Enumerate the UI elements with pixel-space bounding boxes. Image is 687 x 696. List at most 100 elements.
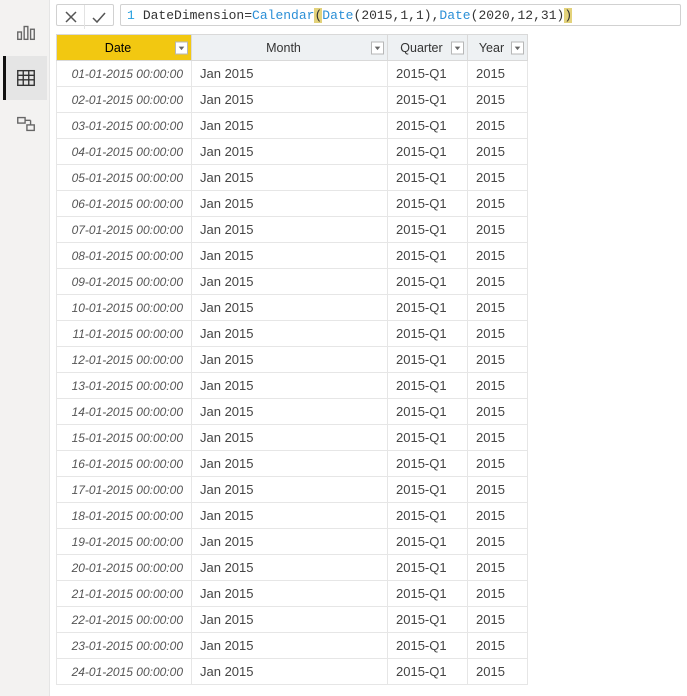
- cell-date[interactable]: 08-01-2015 00:00:00: [57, 243, 192, 269]
- table-row[interactable]: 11-01-2015 00:00:00Jan 20152015-Q12015: [57, 321, 528, 347]
- table-row[interactable]: 08-01-2015 00:00:00Jan 20152015-Q12015: [57, 243, 528, 269]
- cell-year[interactable]: 2015: [468, 373, 528, 399]
- table-row[interactable]: 18-01-2015 00:00:00Jan 20152015-Q12015: [57, 503, 528, 529]
- cell-month[interactable]: Jan 2015: [192, 61, 388, 87]
- cell-month[interactable]: Jan 2015: [192, 113, 388, 139]
- cell-quarter[interactable]: 2015-Q1: [388, 633, 468, 659]
- cell-date[interactable]: 18-01-2015 00:00:00: [57, 503, 192, 529]
- table-row[interactable]: 24-01-2015 00:00:00Jan 20152015-Q12015: [57, 659, 528, 685]
- cell-date[interactable]: 01-01-2015 00:00:00: [57, 61, 192, 87]
- cell-date[interactable]: 05-01-2015 00:00:00: [57, 165, 192, 191]
- cell-month[interactable]: Jan 2015: [192, 139, 388, 165]
- column-header-date[interactable]: Date: [57, 35, 192, 61]
- table-row[interactable]: 06-01-2015 00:00:00Jan 20152015-Q12015: [57, 191, 528, 217]
- cell-month[interactable]: Jan 2015: [192, 217, 388, 243]
- cell-year[interactable]: 2015: [468, 529, 528, 555]
- table-row[interactable]: 19-01-2015 00:00:00Jan 20152015-Q12015: [57, 529, 528, 555]
- column-filter-button-month[interactable]: [371, 41, 384, 54]
- cell-quarter[interactable]: 2015-Q1: [388, 217, 468, 243]
- cell-month[interactable]: Jan 2015: [192, 191, 388, 217]
- table-row[interactable]: 23-01-2015 00:00:00Jan 20152015-Q12015: [57, 633, 528, 659]
- cell-date[interactable]: 23-01-2015 00:00:00: [57, 633, 192, 659]
- cell-date[interactable]: 06-01-2015 00:00:00: [57, 191, 192, 217]
- cell-year[interactable]: 2015: [468, 217, 528, 243]
- cell-month[interactable]: Jan 2015: [192, 503, 388, 529]
- cell-year[interactable]: 2015: [468, 399, 528, 425]
- cell-month[interactable]: Jan 2015: [192, 555, 388, 581]
- cell-month[interactable]: Jan 2015: [192, 321, 388, 347]
- table-row[interactable]: 09-01-2015 00:00:00Jan 20152015-Q12015: [57, 269, 528, 295]
- table-row[interactable]: 07-01-2015 00:00:00Jan 20152015-Q12015: [57, 217, 528, 243]
- cell-date[interactable]: 15-01-2015 00:00:00: [57, 425, 192, 451]
- cell-quarter[interactable]: 2015-Q1: [388, 87, 468, 113]
- cell-month[interactable]: Jan 2015: [192, 607, 388, 633]
- table-row[interactable]: 20-01-2015 00:00:00Jan 20152015-Q12015: [57, 555, 528, 581]
- table-row[interactable]: 02-01-2015 00:00:00Jan 20152015-Q12015: [57, 87, 528, 113]
- cell-month[interactable]: Jan 2015: [192, 243, 388, 269]
- cell-year[interactable]: 2015: [468, 633, 528, 659]
- cell-year[interactable]: 2015: [468, 269, 528, 295]
- cell-month[interactable]: Jan 2015: [192, 633, 388, 659]
- data-view-tab[interactable]: [3, 56, 47, 100]
- cell-month[interactable]: Jan 2015: [192, 425, 388, 451]
- cell-year[interactable]: 2015: [468, 321, 528, 347]
- cell-year[interactable]: 2015: [468, 347, 528, 373]
- cell-date[interactable]: 13-01-2015 00:00:00: [57, 373, 192, 399]
- cell-date[interactable]: 02-01-2015 00:00:00: [57, 87, 192, 113]
- cell-year[interactable]: 2015: [468, 87, 528, 113]
- cell-year[interactable]: 2015: [468, 243, 528, 269]
- cell-month[interactable]: Jan 2015: [192, 295, 388, 321]
- cell-date[interactable]: 20-01-2015 00:00:00: [57, 555, 192, 581]
- cell-year[interactable]: 2015: [468, 113, 528, 139]
- cell-quarter[interactable]: 2015-Q1: [388, 295, 468, 321]
- cell-date[interactable]: 14-01-2015 00:00:00: [57, 399, 192, 425]
- cell-quarter[interactable]: 2015-Q1: [388, 321, 468, 347]
- cell-quarter[interactable]: 2015-Q1: [388, 191, 468, 217]
- cell-date[interactable]: 24-01-2015 00:00:00: [57, 659, 192, 685]
- column-header-quarter[interactable]: Quarter: [388, 35, 468, 61]
- cell-quarter[interactable]: 2015-Q1: [388, 61, 468, 87]
- cell-month[interactable]: Jan 2015: [192, 373, 388, 399]
- cell-quarter[interactable]: 2015-Q1: [388, 529, 468, 555]
- model-view-tab[interactable]: [3, 102, 47, 146]
- table-row[interactable]: 15-01-2015 00:00:00Jan 20152015-Q12015: [57, 425, 528, 451]
- table-row[interactable]: 01-01-2015 00:00:00Jan 20152015-Q12015: [57, 61, 528, 87]
- cell-date[interactable]: 09-01-2015 00:00:00: [57, 269, 192, 295]
- cell-quarter[interactable]: 2015-Q1: [388, 165, 468, 191]
- cell-year[interactable]: 2015: [468, 659, 528, 685]
- cell-quarter[interactable]: 2015-Q1: [388, 581, 468, 607]
- cell-month[interactable]: Jan 2015: [192, 581, 388, 607]
- cell-date[interactable]: 19-01-2015 00:00:00: [57, 529, 192, 555]
- cell-date[interactable]: 22-01-2015 00:00:00: [57, 607, 192, 633]
- formula-input[interactable]: 1 DateDimension = Calendar ( Date ( 2015…: [120, 4, 681, 26]
- cell-year[interactable]: 2015: [468, 503, 528, 529]
- cell-month[interactable]: Jan 2015: [192, 165, 388, 191]
- cell-month[interactable]: Jan 2015: [192, 529, 388, 555]
- table-row[interactable]: 13-01-2015 00:00:00Jan 20152015-Q12015: [57, 373, 528, 399]
- cell-year[interactable]: 2015: [468, 139, 528, 165]
- cell-quarter[interactable]: 2015-Q1: [388, 503, 468, 529]
- cancel-formula-button[interactable]: [57, 5, 85, 29]
- cell-quarter[interactable]: 2015-Q1: [388, 451, 468, 477]
- cell-quarter[interactable]: 2015-Q1: [388, 113, 468, 139]
- table-row[interactable]: 04-01-2015 00:00:00Jan 20152015-Q12015: [57, 139, 528, 165]
- cell-year[interactable]: 2015: [468, 191, 528, 217]
- cell-quarter[interactable]: 2015-Q1: [388, 659, 468, 685]
- cell-date[interactable]: 11-01-2015 00:00:00: [57, 321, 192, 347]
- cell-quarter[interactable]: 2015-Q1: [388, 243, 468, 269]
- cell-month[interactable]: Jan 2015: [192, 659, 388, 685]
- cell-date[interactable]: 03-01-2015 00:00:00: [57, 113, 192, 139]
- table-row[interactable]: 05-01-2015 00:00:00Jan 20152015-Q12015: [57, 165, 528, 191]
- cell-date[interactable]: 10-01-2015 00:00:00: [57, 295, 192, 321]
- cell-quarter[interactable]: 2015-Q1: [388, 425, 468, 451]
- table-row[interactable]: 22-01-2015 00:00:00Jan 20152015-Q12015: [57, 607, 528, 633]
- cell-date[interactable]: 21-01-2015 00:00:00: [57, 581, 192, 607]
- cell-quarter[interactable]: 2015-Q1: [388, 399, 468, 425]
- cell-quarter[interactable]: 2015-Q1: [388, 555, 468, 581]
- column-header-year[interactable]: Year: [468, 35, 528, 61]
- cell-year[interactable]: 2015: [468, 581, 528, 607]
- cell-year[interactable]: 2015: [468, 295, 528, 321]
- cell-month[interactable]: Jan 2015: [192, 477, 388, 503]
- report-view-tab[interactable]: [3, 10, 47, 54]
- cell-quarter[interactable]: 2015-Q1: [388, 477, 468, 503]
